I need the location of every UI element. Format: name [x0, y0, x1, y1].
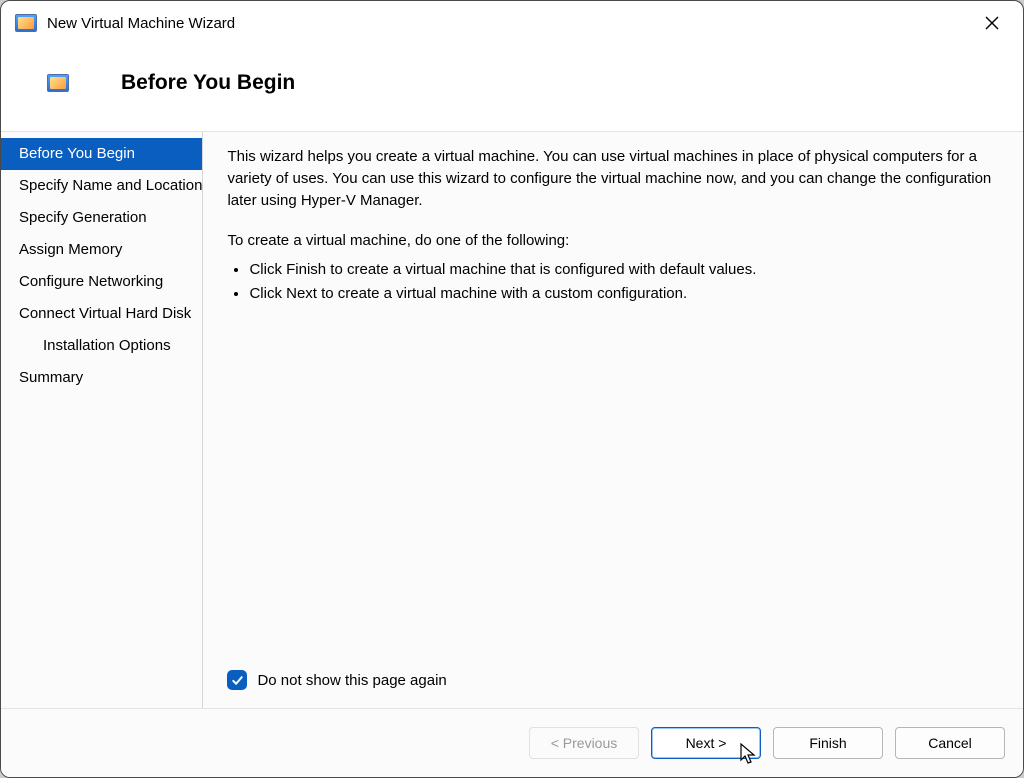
wizard-header: Before You Begin	[1, 45, 1023, 131]
window-title: New Virtual Machine Wizard	[47, 15, 235, 32]
instruction-item: Click Next to create a virtual machine w…	[249, 282, 999, 306]
wizard-sidebar: Before You BeginSpecify Name and Locatio…	[1, 132, 203, 708]
dont-show-label: Do not show this page again	[257, 672, 446, 689]
close-button[interactable]	[969, 7, 1015, 39]
sidebar-item[interactable]: Specify Name and Location	[1, 170, 202, 202]
wizard-content: This wizard helps you create a virtual m…	[203, 132, 1023, 708]
instruction-list: Click Finish to create a virtual machine…	[249, 258, 999, 306]
check-icon	[231, 674, 244, 687]
wizard-body: Before You BeginSpecify Name and Locatio…	[1, 131, 1023, 708]
sidebar-item[interactable]: Summary	[1, 362, 202, 394]
instruction-item: Click Finish to create a virtual machine…	[249, 258, 999, 282]
finish-button[interactable]: Finish	[773, 727, 883, 759]
dont-show-row: Do not show this page again	[227, 670, 999, 698]
intro-text: This wizard helps you create a virtual m…	[227, 146, 999, 212]
wizard-window: New Virtual Machine Wizard Before You Be…	[0, 0, 1024, 778]
page-title: Before You Begin	[121, 71, 295, 95]
subhead-text: To create a virtual machine, do one of t…	[227, 230, 999, 252]
wizard-footer: < Previous Next > Finish Cancel	[1, 708, 1023, 777]
sidebar-item[interactable]: Configure Networking	[1, 266, 202, 298]
dont-show-checkbox[interactable]	[227, 670, 247, 690]
close-icon	[985, 16, 999, 30]
sidebar-item[interactable]: Connect Virtual Hard Disk	[1, 298, 202, 330]
cancel-button[interactable]: Cancel	[895, 727, 1005, 759]
next-button[interactable]: Next >	[651, 727, 761, 759]
titlebar: New Virtual Machine Wizard	[1, 1, 1023, 45]
sidebar-item[interactable]: Before You Begin	[1, 138, 202, 170]
previous-button: < Previous	[529, 727, 639, 759]
app-icon	[15, 14, 37, 32]
wizard-icon	[47, 74, 69, 92]
sidebar-item[interactable]: Specify Generation	[1, 202, 202, 234]
sidebar-item[interactable]: Assign Memory	[1, 234, 202, 266]
sidebar-item[interactable]: Installation Options	[1, 330, 202, 362]
